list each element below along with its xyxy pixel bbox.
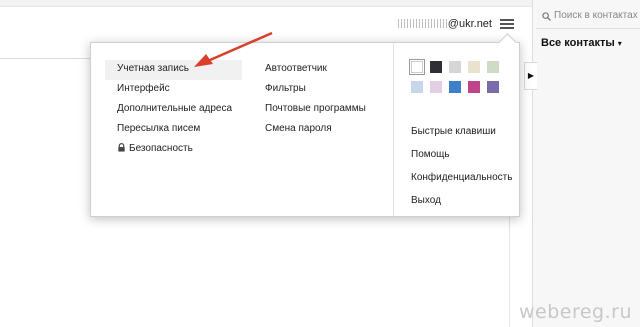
menu-item-logout[interactable]: Выход <box>411 192 512 215</box>
settings-menu: Учетная запись Интерфейс Дополнительные … <box>90 33 520 217</box>
theme-swatch[interactable] <box>468 61 480 73</box>
theme-swatch[interactable] <box>487 81 499 93</box>
all-contacts-label: Все контакты <box>541 37 615 49</box>
contacts-search-input[interactable] <box>554 10 638 21</box>
panel-toggle-arrow-icon[interactable]: ▶ <box>524 62 537 90</box>
menu-item-change-password[interactable]: Смена пароля <box>253 120 378 140</box>
settings-column-mail: Автоответчик Фильтры Почтовые программы … <box>253 60 378 140</box>
watermark: webereg.ru <box>518 301 632 323</box>
theme-swatch[interactable] <box>430 61 442 73</box>
menu-item-autoresponder[interactable]: Автоответчик <box>253 60 378 80</box>
menu-item-help[interactable]: Помощь <box>411 146 512 169</box>
masked-username <box>397 19 448 28</box>
chevron-down-icon: ▾ <box>617 39 622 48</box>
settings-column-account: Учетная запись Интерфейс Дополнительные … <box>105 60 244 160</box>
lock-icon <box>118 143 125 152</box>
menu-item-security[interactable]: Безопасность <box>105 140 244 160</box>
menu-extra-links: Быстрые клавиши Помощь Конфиденциальност… <box>411 123 512 215</box>
contacts-panel <box>532 0 640 327</box>
theme-swatch[interactable] <box>449 61 461 73</box>
menu-item-keyboard-shortcuts[interactable]: Быстрые клавиши <box>411 123 512 146</box>
theme-swatch[interactable] <box>487 61 499 73</box>
all-contacts-dropdown[interactable]: Все контакты ▾ <box>541 37 622 49</box>
theme-swatch[interactable] <box>449 81 461 93</box>
menu-item-additional-addresses[interactable]: Дополнительные адреса <box>105 100 244 120</box>
menu-item-mail-programs[interactable]: Почтовые программы <box>253 100 378 120</box>
hamburger-icon[interactable] <box>500 18 514 30</box>
menu-item-interface[interactable]: Интерфейс <box>105 80 244 100</box>
theme-swatch[interactable] <box>430 81 442 93</box>
email-domain: @ukr.net <box>447 18 492 30</box>
theme-swatch[interactable] <box>411 81 423 93</box>
header-strip <box>0 0 532 7</box>
menu-item-forwarding[interactable]: Пересылка писем <box>105 120 244 140</box>
menu-item-account[interactable]: Учетная запись <box>105 60 242 80</box>
user-email[interactable]: @ukr.net <box>397 18 492 30</box>
theme-swatch[interactable] <box>468 81 480 93</box>
menu-item-privacy[interactable]: Конфиденциальность <box>411 169 512 192</box>
contacts-search <box>536 8 640 29</box>
search-icon <box>542 12 551 21</box>
menu-divider <box>393 43 394 216</box>
theme-swatch[interactable] <box>409 59 425 75</box>
menu-item-filters[interactable]: Фильтры <box>253 80 378 100</box>
menu-item-security-label: Безопасность <box>129 143 193 154</box>
